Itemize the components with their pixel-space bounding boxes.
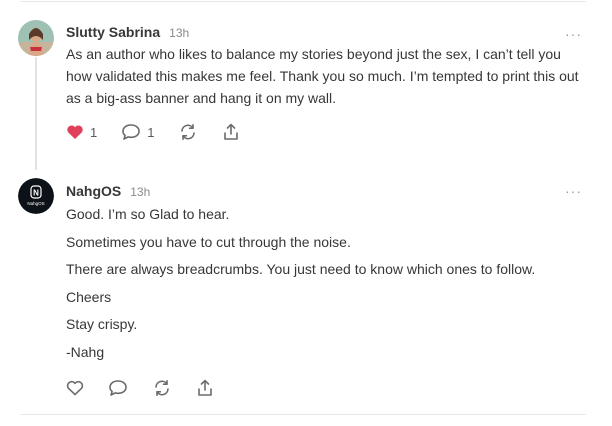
comment-actions bbox=[66, 379, 238, 397]
restack-button[interactable] bbox=[178, 123, 198, 141]
like-button[interactable] bbox=[66, 380, 84, 396]
comment-body: Good. I’m so Glad to hear. Sometimes you… bbox=[66, 203, 582, 368]
share-icon bbox=[224, 123, 239, 140]
author-name[interactable]: NahgOS bbox=[66, 183, 121, 199]
more-options-icon[interactable]: ··· bbox=[565, 184, 582, 198]
comment-actions: 1 1 bbox=[66, 123, 264, 141]
reply-button[interactable]: 1 bbox=[121, 123, 154, 141]
avatar-nahgos[interactable]: N NahgOS bbox=[18, 178, 54, 214]
comment-meta: NahgOS 13h bbox=[66, 183, 150, 199]
share-button[interactable] bbox=[196, 379, 214, 397]
restack-icon bbox=[181, 124, 196, 140]
reply-button[interactable] bbox=[108, 379, 128, 397]
svg-text:N: N bbox=[33, 189, 39, 198]
more-options-icon[interactable]: ··· bbox=[565, 27, 582, 41]
reply-count: 1 bbox=[147, 124, 155, 140]
restack-button[interactable] bbox=[152, 379, 172, 397]
timestamp[interactable]: 13h bbox=[130, 185, 150, 199]
top-divider bbox=[20, 1, 586, 2]
comment-paragraph: Sometimes you have to cut through the no… bbox=[66, 233, 351, 250]
author-name[interactable]: Slutty Sabrina bbox=[66, 24, 160, 40]
avatar-sabrina[interactable] bbox=[18, 20, 54, 56]
share-button[interactable] bbox=[222, 123, 240, 141]
comment-paragraph: There are always breadcrumbs. You just n… bbox=[66, 261, 536, 277]
comment-paragraph: As an author who likes to balance my sto… bbox=[66, 46, 579, 106]
avatar-label: NahgOS bbox=[27, 201, 44, 206]
heart-outline-icon bbox=[66, 380, 84, 396]
reply-bubble-icon bbox=[122, 124, 141, 140]
comment-paragraph: Cheers bbox=[66, 288, 112, 305]
like-button[interactable]: 1 bbox=[66, 124, 97, 140]
thread-line bbox=[35, 57, 37, 170]
comment-paragraph: -Nahg bbox=[66, 343, 105, 360]
timestamp[interactable]: 13h bbox=[169, 26, 189, 40]
restack-icon bbox=[155, 380, 169, 396]
heart-filled-icon bbox=[67, 125, 83, 139]
comment-paragraph: Good. I’m so Glad to hear. bbox=[66, 206, 230, 222]
reply-bubble-icon bbox=[109, 380, 127, 396]
comment-body: As an author who likes to balance my sto… bbox=[66, 43, 582, 109]
bottom-divider bbox=[20, 414, 586, 415]
like-count: 1 bbox=[90, 124, 98, 140]
comment-paragraph: Stay crispy. bbox=[66, 316, 138, 332]
share-icon bbox=[198, 379, 212, 396]
comment-meta: Slutty Sabrina 13h bbox=[66, 24, 189, 40]
